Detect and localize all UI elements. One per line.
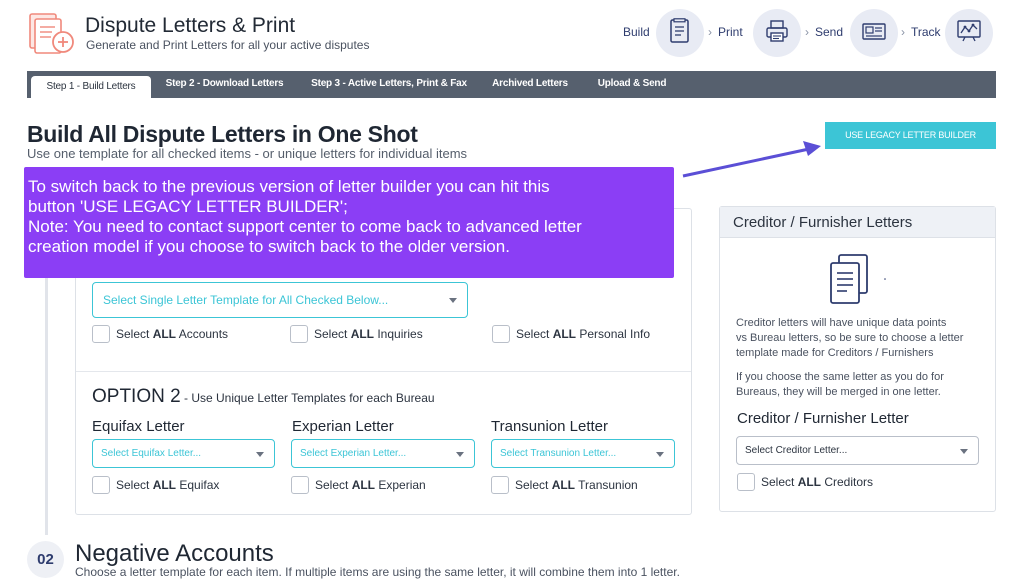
app-title: Dispute Letters & Print [85,14,296,37]
transunion-letter-heading: Transunion Letter [491,418,609,435]
tab-upload-send[interactable]: Upload & Send [593,71,671,98]
tab-active-letters[interactable]: Step 3 - Active Letters, Print & Fax [304,71,474,98]
step-timeline [45,270,48,535]
creditor-description: Creditor letters will have unique data p… [736,317,964,359]
workflow-print-step[interactable] [753,9,801,57]
select-all-experian-label: Select ALL Experian [315,478,426,492]
callout-arrow-icon [682,141,821,178]
select-placeholder: Select Single Letter Template for All Ch… [103,293,389,307]
select-all-inquiries-checkbox[interactable] [290,325,308,343]
creditor-letter-heading: Creditor / Furnisher Letter [737,410,909,427]
select-all-creditors-checkbox[interactable] [737,473,755,491]
documents-icon [827,253,887,312]
select-all-accounts-checkbox[interactable] [92,325,110,343]
app-subtitle: Generate and Print Letters for all your … [86,38,370,52]
workflow-print-label: Print [718,25,743,39]
caret-down-icon [256,451,264,457]
select-all-accounts-label: Select ALL Accounts [116,327,229,341]
document-list-icon [667,17,693,49]
chevron-right-icon: › [708,25,712,39]
creditor-letter-select[interactable]: Select Creditor Letter... [736,436,979,465]
dispute-letters-logo-icon [27,11,77,57]
callout-line: button 'USE LEGACY LETTER BUILDER'; [28,197,348,216]
equifax-letter-select[interactable]: Select Equifax Letter... [92,439,275,468]
page-title: Build All Dispute Letters in One Shot [27,121,418,147]
select-all-equifax-checkbox[interactable] [92,476,110,494]
printer-icon [764,18,790,49]
workflow-build-step[interactable] [656,9,704,57]
workflow-track-step[interactable] [945,9,993,57]
workflow-send-label: Send [815,25,844,39]
negative-accounts-subtitle: Choose a letter template for each item. … [75,565,680,579]
workflow-build-label: Build [623,25,650,39]
callout-line: creation model if you choose to switch b… [28,237,510,256]
select-all-personal-info-checkbox[interactable] [492,325,510,343]
caret-down-icon [456,451,464,457]
equifax-letter-heading: Equifax Letter [92,418,185,435]
caret-down-icon [960,448,968,454]
select-all-equifax-label: Select ALL Equifax [116,478,220,492]
select-all-inquiries-label: Select ALL Inquiries [314,327,423,341]
select-all-experian-checkbox[interactable] [291,476,309,494]
workflow-send-step[interactable] [850,9,898,57]
experian-letter-heading: Experian Letter [292,418,394,435]
select-placeholder: Select Equifax Letter... [101,448,202,459]
select-placeholder: Select Experian Letter... [300,448,407,459]
select-all-transunion-checkbox[interactable] [491,476,509,494]
tab-build-letters[interactable]: Step 1 - Build Letters [31,76,151,100]
use-legacy-letter-builder-button[interactable]: USE LEGACY LETTER BUILDER [825,122,996,149]
transunion-letter-select[interactable]: Select Transunion Letter... [491,439,675,468]
callout-line: Note: You need to contact support center… [28,217,582,236]
page-subtitle: Use one template for all checked items -… [27,146,468,161]
option-2-subtitle: - Use Unique Letter Templates for each B… [184,391,435,405]
select-placeholder: Select Creditor Letter... [745,445,848,456]
select-all-personal-info-label: Select ALL Personal Info [516,327,651,341]
creditor-card-title: Creditor / Furnisher Letters [733,214,913,231]
select-all-transunion-label: Select ALL Transunion [515,478,638,492]
caret-down-icon [449,298,457,303]
chart-line-icon [956,18,982,49]
tab-download-letters[interactable]: Step 2 - Download Letters [162,71,287,98]
experian-letter-select[interactable]: Select Experian Letter... [291,439,475,468]
option-2-title: OPTION 2 [92,386,181,407]
chevron-right-icon: › [901,25,905,39]
chevron-right-icon: › [805,25,809,39]
creditor-merge-note: If you choose the same letter as you do … [736,371,944,398]
legacy-builder-callout: To switch back to the previous version o… [24,167,674,278]
select-all-creditors-label: Select ALL Creditors [761,475,874,489]
step-number-badge: 02 [27,541,64,578]
single-letter-template-select[interactable]: Select Single Letter Template for All Ch… [92,282,468,318]
mail-icon [861,18,887,49]
workflow-track-label: Track [911,25,941,39]
callout-line: To switch back to the previous version o… [28,177,550,196]
option-divider [76,371,691,372]
tab-archived-letters[interactable]: Archived Letters [489,71,571,98]
negative-accounts-title: Negative Accounts [75,540,274,567]
select-placeholder: Select Transunion Letter... [500,448,617,459]
caret-down-icon [656,451,664,457]
tab-bar: Step 1 - Build Letters Step 2 - Download… [27,71,996,100]
